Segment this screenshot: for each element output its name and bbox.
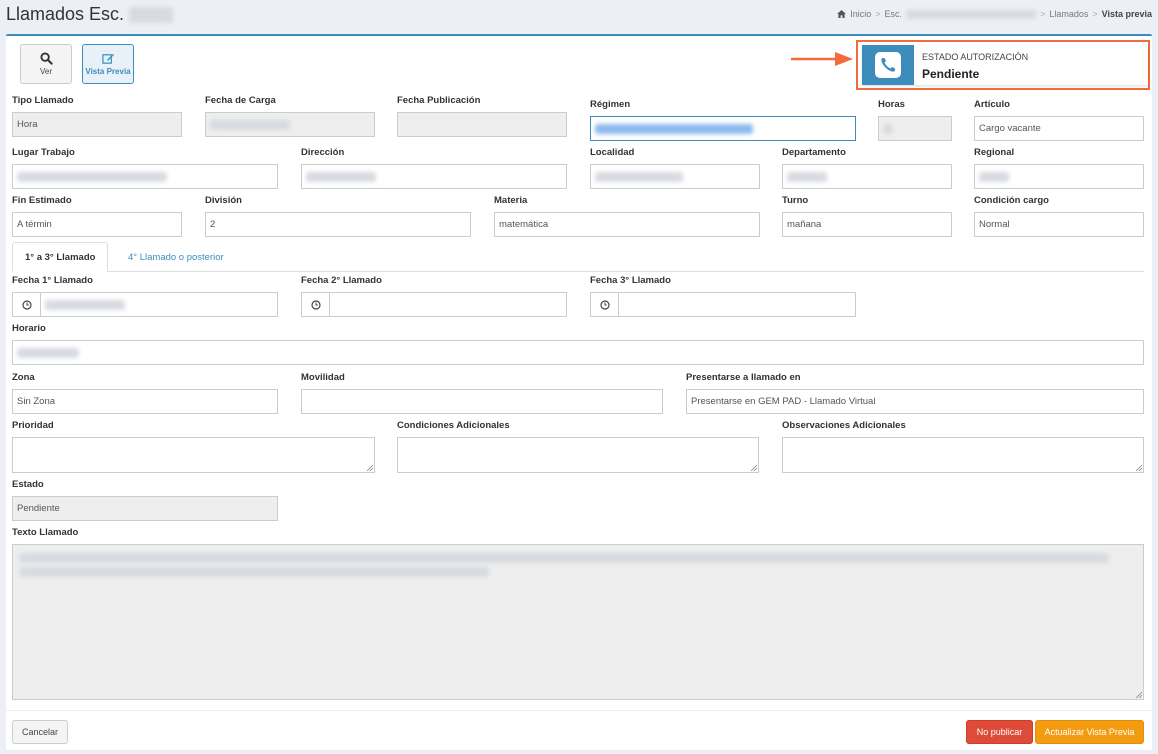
cancel-button[interactable]: Cancelar — [12, 720, 68, 744]
articulo-label: Artículo — [974, 99, 1010, 110]
horas-label: Horas — [878, 99, 905, 110]
texto-llamado-textarea[interactable] — [12, 544, 1144, 700]
regimen-label: Régimen — [590, 99, 631, 110]
regimen-select[interactable] — [590, 116, 856, 141]
condiciones-label: Condiciones Adicionales — [397, 420, 510, 431]
presentarse-label: Presentarse a llamado en — [686, 372, 801, 383]
no-publish-button[interactable]: No publicar — [966, 720, 1033, 744]
prioridad-textarea[interactable] — [12, 437, 375, 473]
direccion-field[interactable] — [301, 164, 567, 189]
fecha3-label: Fecha 3° Llamado — [590, 275, 671, 286]
materia-field[interactable]: matemática — [494, 212, 760, 237]
lugar-trabajo-field[interactable] — [12, 164, 278, 189]
regional-label: Regional — [974, 147, 1015, 158]
view-button[interactable]: Ver — [20, 44, 72, 84]
fecha1-input[interactable] — [40, 292, 278, 317]
departamento-field[interactable] — [782, 164, 952, 189]
division-field[interactable]: 2 — [205, 212, 471, 237]
resize-handle-icon[interactable] — [1135, 691, 1142, 698]
regional-field[interactable] — [974, 164, 1144, 189]
tab-llamados-4-posterior[interactable]: 4° Llamado o posterior — [116, 242, 236, 272]
fecha-publicacion-label: Fecha Publicación — [397, 95, 481, 106]
fecha-carga-label: Fecha de Carga — [205, 95, 276, 106]
clock-icon — [310, 299, 321, 310]
presentarse-select[interactable]: Presentarse en GEM PAD - Llamado Virtual — [686, 389, 1144, 414]
resize-handle-icon[interactable] — [366, 464, 373, 471]
clock-icon-addon — [590, 292, 619, 317]
breadcrumb-home[interactable]: Inicio — [850, 9, 871, 19]
horario-field[interactable] — [12, 340, 1144, 365]
clock-icon-addon — [12, 292, 41, 317]
zona-label: Zona — [12, 372, 35, 383]
phone-icon — [875, 52, 901, 78]
turno-label: Turno — [782, 195, 809, 206]
direccion-label: Dirección — [301, 147, 345, 158]
resize-handle-icon[interactable] — [750, 464, 757, 471]
condiciones-textarea[interactable] — [397, 437, 759, 473]
tipo-llamado-label: Tipo Llamado — [12, 95, 74, 106]
redacted-school-name — [129, 7, 174, 24]
prioridad-label: Prioridad — [12, 420, 54, 431]
condicion-cargo-label: Condición cargo — [974, 195, 1049, 206]
breadcrumb-school[interactable]: Esc. — [885, 9, 903, 19]
llamado-tabs: 1° a 3° Llamado 4° Llamado o posterior — [12, 242, 1144, 272]
lugar-trabajo-label: Lugar Trabajo — [12, 147, 75, 158]
main-box: Ver Vista Previa ESTADO AUTORIZACIÓN Pen… — [6, 34, 1152, 750]
fecha2-label: Fecha 2° Llamado — [301, 275, 382, 286]
clock-icon — [21, 299, 32, 310]
estado-field[interactable]: Pendiente — [12, 496, 278, 521]
condicion-cargo-field[interactable]: Normal — [974, 212, 1144, 237]
status-box: ESTADO AUTORIZACIÓN Pendiente — [856, 40, 1150, 90]
movilidad-field[interactable] — [301, 389, 663, 414]
texto-llamado-label: Texto Llamado — [12, 527, 79, 538]
articulo-field[interactable]: Cargo vacante — [974, 116, 1144, 141]
update-preview-button[interactable]: Actualizar Vista Previa — [1035, 720, 1144, 744]
breadcrumb: Inicio > Esc. > Llamados > Vista previa — [837, 9, 1152, 19]
edit-icon — [101, 53, 114, 64]
fecha-carga-field[interactable] — [205, 112, 375, 137]
breadcrumb-current: Vista previa — [1101, 9, 1152, 19]
fecha-publicacion-field[interactable] — [397, 112, 567, 137]
movilidad-label: Movilidad — [301, 372, 345, 383]
materia-label: Materia — [494, 195, 528, 206]
arrow-right-icon — [791, 52, 853, 66]
status-value: Pendiente — [922, 67, 980, 81]
localidad-label: Localidad — [590, 147, 635, 158]
fecha3-input[interactable] — [618, 292, 856, 317]
fin-estimado-label: Fin Estimado — [12, 195, 72, 206]
departamento-label: Departamento — [782, 147, 846, 158]
tipo-llamado-field[interactable]: Hora — [12, 112, 182, 137]
fin-estimado-select[interactable]: A términ — [12, 212, 182, 237]
observaciones-textarea[interactable] — [782, 437, 1144, 473]
division-label: División — [205, 195, 242, 206]
tab-llamados-1-3[interactable]: 1° a 3° Llamado — [12, 242, 109, 272]
search-icon — [39, 52, 53, 65]
page-header: Llamados Esc. Inicio > Esc. > Llamados >… — [0, 0, 1158, 34]
clock-icon — [599, 299, 610, 310]
fecha2-input[interactable] — [329, 292, 567, 317]
page-title: Llamados Esc. — [6, 4, 174, 25]
horas-field[interactable] — [878, 116, 952, 141]
observaciones-label: Observaciones Adicionales — [782, 420, 906, 431]
horario-label: Horario — [12, 323, 46, 334]
clock-icon-addon — [301, 292, 330, 317]
preview-button[interactable]: Vista Previa — [82, 44, 134, 84]
estado-label: Estado — [12, 479, 44, 490]
breadcrumb-llamados[interactable]: Llamados — [1049, 9, 1088, 19]
localidad-field[interactable] — [590, 164, 760, 189]
zona-select[interactable]: Sin Zona — [12, 389, 278, 414]
turno-field[interactable]: mañana — [782, 212, 952, 237]
status-label: ESTADO AUTORIZACIÓN — [922, 52, 1029, 62]
resize-handle-icon[interactable] — [1135, 464, 1142, 471]
home-icon — [837, 10, 847, 18]
fecha1-label: Fecha 1° Llamado — [12, 275, 93, 286]
